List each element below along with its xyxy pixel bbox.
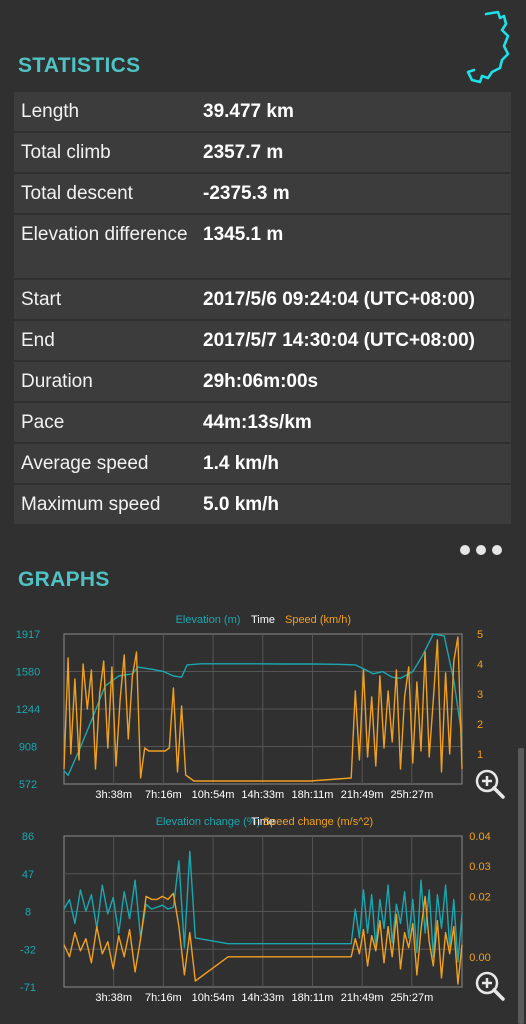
- y-right-tick-label: 3: [477, 689, 483, 701]
- stat-value: 2017/5/7 14:30:04 (UTC+08:00): [203, 330, 475, 351]
- x-tick-label: 7h:16m: [145, 992, 182, 1004]
- y-left-tick-label: -32: [20, 944, 36, 956]
- y-right-tick-label: 0.04: [469, 831, 490, 843]
- legend-label: Time: [251, 614, 275, 626]
- stat-value: 39.477 km: [203, 101, 294, 122]
- stat-row-elevation-difference: Elevation difference 1345.1 m: [14, 215, 511, 280]
- y-right-tick-label: 0.02: [469, 891, 490, 903]
- x-tick-label: 14h:33m: [241, 789, 284, 801]
- x-tick-label: 25h:27m: [390, 992, 433, 1004]
- more-options-button[interactable]: [460, 540, 504, 560]
- x-tick-label: 25h:27m: [390, 789, 433, 801]
- stat-row-start: Start 2017/5/6 09:24:04 (UTC+08:00): [14, 280, 511, 321]
- y-left-tick-label: 8: [25, 907, 31, 919]
- y-right-tick-label: 2: [477, 719, 483, 731]
- stat-row-total-descent: Total descent -2375.3 m: [14, 174, 511, 215]
- y-left-tick-label: 572: [19, 779, 37, 791]
- x-tick-label: 14h:33m: [241, 992, 284, 1004]
- stat-value: 29h:06m:00s: [203, 371, 319, 392]
- stat-row-total-climb: Total climb 2357.7 m: [14, 133, 511, 174]
- graphs-heading: GRAPHS: [18, 568, 110, 591]
- stat-value: 44m:13s/km: [203, 412, 312, 433]
- elevation-change-speed-change-chart[interactable]: Elevation change (%)TimeSpeed change (m/…: [0, 810, 526, 1015]
- y-left-tick-label: 1917: [16, 629, 40, 641]
- elevation-speed-chart[interactable]: Elevation (m) Time Speed (km/h) 3h:38m 7h:16…: [0, 606, 526, 806]
- y-left-tick-label: -71: [20, 982, 36, 994]
- stat-row-duration: Duration 29h:06m:00s: [14, 362, 511, 403]
- zoom-in-icon[interactable]: [474, 768, 506, 800]
- statistics-heading: STATISTICS: [18, 54, 141, 77]
- stat-label: Start: [21, 289, 62, 310]
- y-left-tick-label: 1244: [16, 704, 40, 716]
- more-dot: [460, 545, 470, 555]
- y-left-tick-label: 86: [22, 831, 34, 843]
- x-tick-label: 21h:49m: [341, 992, 384, 1004]
- x-tick-label: 10h:54m: [192, 992, 235, 1004]
- y-left-tick-label: 908: [19, 742, 37, 754]
- stat-row-average-speed: Average speed 1.4 km/h: [14, 444, 511, 485]
- route-thumbnail-icon[interactable]: [464, 8, 524, 86]
- y-right-tick-label: 1: [477, 749, 483, 761]
- more-dot: [476, 545, 486, 555]
- x-tick-label: 10h:54m: [192, 789, 235, 801]
- x-tick-label: 3h:38m: [95, 789, 132, 801]
- stat-value: 2017/5/6 09:24:04 (UTC+08:00): [203, 289, 475, 310]
- y-left-tick-label: 47: [22, 869, 34, 881]
- x-tick-label: 21h:49m: [341, 789, 384, 801]
- x-tick-label: 18h:11m: [291, 992, 333, 1004]
- legend-label: Speed change (m/s^2): [263, 816, 373, 828]
- zoom-in-icon[interactable]: [474, 970, 506, 1002]
- y-right-tick-label: 0.00: [469, 952, 490, 964]
- stat-label: Maximum speed: [21, 494, 161, 515]
- y-right-tick-label: 0.03: [469, 861, 490, 873]
- y-right-tick-label: 4: [477, 659, 483, 671]
- legend-label: Elevation change (%): [156, 816, 261, 828]
- stat-value: 1.4 km/h: [203, 453, 280, 474]
- stat-value: 1345.1 m: [203, 224, 284, 245]
- stat-row-end: End 2017/5/7 14:30:04 (UTC+08:00): [14, 321, 511, 362]
- stat-value: 2357.7 m: [203, 142, 284, 163]
- y-left-tick-label: 1580: [16, 667, 40, 679]
- statistics-table: Length 39.477 km Total climb 2357.7 m To…: [14, 92, 511, 526]
- legend-label: Elevation (m): [176, 614, 241, 626]
- stat-row-pace: Pace 44m:13s/km: [14, 403, 511, 444]
- stat-row-maximum-speed: Maximum speed 5.0 km/h: [14, 485, 511, 526]
- stat-label: Elevation difference: [21, 224, 188, 245]
- stat-label: Duration: [21, 371, 93, 392]
- stat-label: Total descent: [21, 183, 133, 204]
- stat-label: Pace: [21, 412, 65, 433]
- x-tick-label: 7h:16m: [145, 789, 182, 801]
- stat-label: Length: [21, 101, 80, 122]
- stat-row-length: Length 39.477 km: [14, 92, 511, 133]
- stat-label: End: [21, 330, 55, 351]
- more-dot: [492, 545, 502, 555]
- stat-value: 5.0 km/h: [203, 494, 280, 515]
- scrollbar[interactable]: [518, 748, 524, 1024]
- y-right-tick-label: 5: [477, 629, 483, 641]
- x-tick-label: 3h:38m: [95, 992, 132, 1004]
- stat-value: -2375.3 m: [203, 183, 290, 204]
- legend-label: Speed (km/h): [285, 614, 351, 626]
- stat-label: Total climb: [21, 142, 111, 163]
- stat-label: Average speed: [21, 453, 149, 474]
- x-tick-label: 18h:11m: [291, 789, 333, 801]
